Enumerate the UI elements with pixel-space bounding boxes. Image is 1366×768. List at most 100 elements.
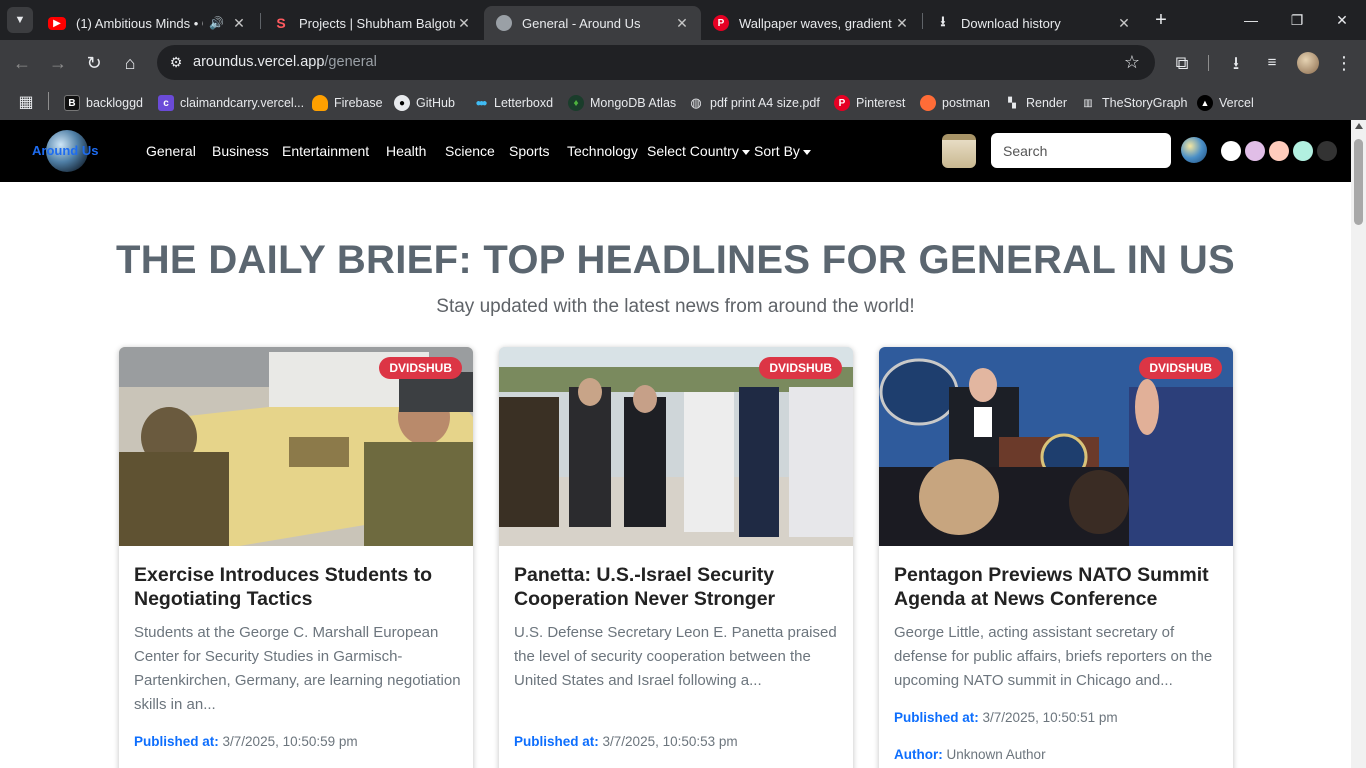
bookmark-postman[interactable]: postman [920,92,990,114]
nav-health[interactable]: Health [386,143,426,159]
tab-download-history[interactable]: ⭳ Download history ✕ [923,6,1143,40]
speaker-icon[interactable]: 🔊 [209,16,224,30]
sort-by-dropdown[interactable]: Sort By [754,143,811,159]
news-card[interactable]: DVIDSHUB Exercise Introduces Students to… [119,347,473,768]
bookmarks-separator [48,92,49,110]
tab-search-button[interactable]: ▼ [7,7,33,33]
published-at: Published at: 3/7/2025, 10:50:51 pm [894,710,1118,725]
news-card[interactable]: DVIDSHUB Panetta: U.S.-Israel Security C… [499,347,853,768]
nav-business[interactable]: Business [212,143,269,159]
tab-pinterest[interactable]: P Wallpaper waves, gradient, a ✕ [701,6,921,40]
chevron-down-icon: ▼ [14,14,26,26]
news-card-title[interactable]: Exercise Introduces Students to Negotiat… [134,563,459,611]
postman-icon [920,95,936,111]
bookmark-firebase[interactable]: Firebase [312,92,383,114]
page-subheadline: Stay updated with the latest news from a… [436,296,915,317]
browser-toolbar: ← → ↻ ⌂ ⚙ aroundus.vercel.app/general ☆ … [0,40,1366,86]
search-globe-icon[interactable] [1181,137,1207,163]
news-card[interactable]: DVIDSHUB Pentagon Previews NATO Summit A… [879,347,1233,768]
bookmark-pinterest[interactable]: P Pinterest [834,92,905,114]
caret-down-icon [741,149,750,155]
tab-projects[interactable]: S Projects | Shubham Balgotra ✕ [261,6,483,40]
minimize-button[interactable]: — [1239,8,1263,32]
bookmark-mongodb[interactable]: ♦ MongoDB Atlas [568,92,676,114]
source-badge: DVIDSHUB [1139,357,1222,379]
back-icon[interactable]: ← [10,51,34,75]
toolbar-separator [1208,55,1209,71]
globe-icon: ◍ [690,95,702,110]
media-control-icon[interactable]: ≡ [1260,51,1284,75]
menu-icon[interactable]: ⋮ [1332,51,1356,75]
mongodb-icon: ♦ [568,95,584,111]
theme-swatch-lavender[interactable] [1245,141,1265,161]
nav-general[interactable]: General [146,143,196,159]
theme-swatch-dark[interactable] [1317,141,1337,161]
news-card-description: Students at the George C. Marshall Europ… [134,624,461,713]
published-at: Published at: 3/7/2025, 10:50:59 pm [134,734,358,749]
caret-down-icon [802,149,811,155]
extensions-icon[interactable]: ⧉ [1170,51,1194,75]
select-country-dropdown[interactable]: Select Country [647,143,750,159]
theme-swatch-peach[interactable] [1269,141,1289,161]
pinterest-icon: P [834,95,850,111]
new-tab-button[interactable]: + [1149,8,1173,32]
source-badge: DVIDSHUB [759,357,842,379]
bookmark-storygraph[interactable]: ▥ TheStoryGraph [1080,92,1187,114]
close-window-button[interactable]: ✕ [1330,8,1354,32]
news-card-title[interactable]: Panetta: U.S.-Israel Security Cooperatio… [514,563,839,611]
home-icon[interactable]: ⌂ [118,51,142,75]
close-icon[interactable]: ✕ [1115,15,1133,32]
page-scrollbar[interactable] [1351,120,1366,768]
close-icon[interactable]: ✕ [230,15,248,32]
bookmark-pdf[interactable]: ◍ pdf print A4 size.pdf [688,92,819,114]
news-card-image[interactable]: DVIDSHUB [499,347,853,546]
github-icon: ● [394,95,410,111]
theme-swatch-white[interactable] [1221,141,1241,161]
bookmark-letterboxd[interactable]: ●●● Letterboxd [472,92,553,114]
downloads-icon[interactable]: ⭳ [1224,51,1248,75]
profile-avatar[interactable] [1297,52,1319,74]
source-badge: DVIDSHUB [379,357,462,379]
reload-icon[interactable]: ↻ [82,51,106,75]
scroll-up-arrow-icon[interactable] [1355,123,1363,129]
site-logo[interactable]: Around Us [30,130,102,172]
bookmark-render[interactable]: ▚ Render [1004,92,1067,114]
news-card-image[interactable]: DVIDSHUB [119,347,473,546]
bookmark-backloggd[interactable]: Bbackloggd [64,92,143,114]
bookmark-vercel[interactable]: ▲ Vercel [1197,92,1254,114]
nav-science[interactable]: Science [445,143,495,159]
close-icon[interactable]: ✕ [893,15,911,32]
theme-swatch-mint[interactable] [1293,141,1313,161]
close-icon[interactable]: ✕ [673,15,691,32]
close-icon[interactable]: ✕ [455,15,473,32]
nav-technology[interactable]: Technology [567,143,638,159]
site-navbar: Around Us General Business Entertainment… [0,120,1351,182]
bookmark-claimandcarry[interactable]: c claimandcarry.vercel... [158,92,304,114]
nav-sports[interactable]: Sports [509,143,549,159]
scroll-thumb[interactable] [1354,139,1363,225]
page-headline: THE DAILY BRIEF: TOP HEADLINES FOR GENER… [116,238,1235,282]
news-card-title[interactable]: Pentagon Previews NATO Summit Agenda at … [894,563,1219,611]
backloggd-icon: B [64,95,80,111]
news-card-description: U.S. Defense Secretary Leon E. Panetta p… [514,624,837,689]
calendar-icon[interactable] [942,134,976,168]
news-card-image[interactable]: DVIDSHUB [879,347,1233,546]
bookmark-star-icon[interactable]: ☆ [1121,51,1143,73]
tab-general-around-us[interactable]: General - Around Us ✕ [484,6,701,40]
published-at: Published at: 3/7/2025, 10:50:53 pm [514,734,738,749]
url-text[interactable]: aroundus.vercel.app/general [193,54,377,70]
globe-icon [496,15,512,31]
site-info-icon[interactable]: ⚙ [165,51,187,73]
download-icon: ⭳ [940,13,946,29]
nav-entertainment[interactable]: Entertainment [282,143,369,159]
render-icon: ▚ [1008,97,1016,109]
tab-strip: ▼ ▶ (1) Ambitious Minds • Ge 🔊 ✕ S Proje… [0,0,1366,40]
search-input[interactable] [991,133,1171,168]
forward-icon[interactable]: → [46,51,70,75]
tab-youtube[interactable]: ▶ (1) Ambitious Minds • Ge 🔊 ✕ [36,6,258,40]
bookmark-github[interactable]: ● GitHub [394,92,455,114]
firebase-icon [312,95,328,111]
restore-button[interactable]: ❐ [1285,8,1309,32]
apps-grid-icon[interactable]: ▦ [14,91,38,115]
address-bar[interactable]: ⚙ aroundus.vercel.app/general ☆ [157,45,1155,80]
